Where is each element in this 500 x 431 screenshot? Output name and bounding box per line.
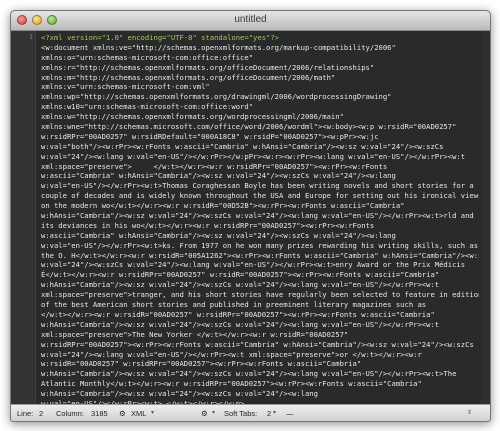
symbol-chevron-icon[interactable]: ⇕ xyxy=(467,409,472,416)
code-line[interactable]: w:hAnsi="Cambria"/><w:sz w:val="24"/><w:… xyxy=(41,211,479,221)
code-line[interactable]: w:val="en-US"/></w:rPr><w:t>ks. From 197… xyxy=(41,241,479,251)
code-line[interactable]: w:ascii="Cambria" w:hAnsi="Cambria"/><w:… xyxy=(41,231,479,241)
code-text-area[interactable]: <?xml version="1.0" encoding="UTF-8" sta… xyxy=(41,33,479,409)
code-line[interactable]: w:hAnsi="Cambria"/><w:sz w:val="24"/><w:… xyxy=(41,389,479,399)
language-selector[interactable]: XML xyxy=(131,409,146,418)
code-line[interactable]: w:rsidRPr="00AD0257"><w:rPr><w:rFonts w:… xyxy=(41,340,479,350)
code-line[interactable]: xml:space="preserve"> </w:t></w:r><w:r w… xyxy=(41,162,479,172)
code-line[interactable]: w:rsidRPr="00AD0257" w:rsidRDefault="000… xyxy=(41,132,479,142)
status-bar: Line: 2 Column: 3185 ⚙ XML ▾ ⚙ ▾ Soft Ta… xyxy=(11,404,490,421)
soft-tabs-label[interactable]: Soft Tabs: xyxy=(224,409,257,418)
code-line[interactable]: its deviances in his wo</w:t></w:r><w:r … xyxy=(41,221,479,231)
code-line[interactable]: w:ascii="Cambria" w:hAnsi="Cambria"/><w:… xyxy=(41,171,479,181)
language-dropdown-chevron-icon[interactable]: ▾ xyxy=(151,409,154,416)
code-line[interactable]: xmlns:r="http://schemas.openxmlformats.o… xyxy=(41,63,479,73)
code-line[interactable]: xml:space="preserve">tranger, and his sh… xyxy=(41,290,479,300)
settings-chevron-icon[interactable]: ▾ xyxy=(212,409,215,416)
line-number: 1 xyxy=(29,33,33,41)
code-line[interactable]: <?xml version="1.0" encoding="UTF-8" sta… xyxy=(41,33,479,43)
code-line[interactable]: w:val="both"/><w:rPr><w:rFonts w:ascii="… xyxy=(41,142,479,152)
code-line[interactable]: w:val="24"/><w:lang w:val="en-US"/></w:r… xyxy=(41,350,479,360)
code-line[interactable]: w:rsidR="00AD0257" w:rsidRPr="00AD0257">… xyxy=(41,359,479,369)
code-line[interactable]: xml:space="preserve">The New Yorker </w:… xyxy=(41,330,479,340)
symbol-selector[interactable]: — xyxy=(286,409,294,418)
column-value: 3185 xyxy=(91,409,108,418)
code-line[interactable]: the O. H</w:t></w:r><w:r w:rsidR="005A12… xyxy=(41,251,479,261)
editor-window: untitled 1 <?xml version="1.0" encoding=… xyxy=(10,10,491,422)
code-line[interactable]: w:val="24"/><w:szCs w:val="24"/><w:lang … xyxy=(41,260,479,270)
code-line[interactable]: Atlantic Monthly</w:t></w:r><w:r w:rsidR… xyxy=(41,379,479,389)
code-line[interactable]: xmlns:o="urn:schemas-microsoft-com:offic… xyxy=(41,53,479,63)
code-line[interactable]: xmlns:v="urn:schemas-microsoft-com:vml" xyxy=(41,82,479,92)
column-label: Column: xyxy=(56,409,84,418)
code-line[interactable]: w:hAnsi="Cambria"/><w:sz w:val="24"/><w:… xyxy=(41,320,479,330)
code-line[interactable]: <w:document xmlns:ve="http://schemas.ope… xyxy=(41,43,479,53)
language-gear-icon[interactable]: ⚙ xyxy=(119,409,126,418)
code-line[interactable]: on the modern wo</w:t></w:r><w:r w:rsidR… xyxy=(41,201,479,211)
code-line[interactable]: xmlns:wp="http://schemas.openxmlformats.… xyxy=(41,92,479,102)
line-value: 2 xyxy=(39,409,44,418)
code-editor[interactable]: 1 <?xml version="1.0" encoding="UTF-8" s… xyxy=(11,31,490,408)
code-line[interactable]: É</w:t></w:r><w:r w:rsidRPr="00AD0257" w… xyxy=(41,270,479,280)
settings-gear-icon[interactable]: ⚙ xyxy=(201,409,208,418)
soft-tabs-value[interactable]: 2 xyxy=(267,409,271,418)
code-line[interactable]: xmlns:w10="urn:schemas-microsoft-com:off… xyxy=(41,102,479,112)
code-line[interactable]: w:val="24"/><w:lang w:val="en-US"/></w:r… xyxy=(41,152,479,162)
title-bar[interactable]: untitled xyxy=(11,11,490,31)
code-line[interactable]: of the best American short stories and p… xyxy=(41,300,479,310)
soft-tabs-chevron-icon[interactable]: ▾ xyxy=(273,409,276,416)
code-line[interactable]: w:hAnsi="Cambria"/><w:sz w:val="24"/><w:… xyxy=(41,369,479,379)
line-number-gutter[interactable]: 1 xyxy=(11,31,36,404)
code-line[interactable]: w:hAnsi="Cambria"/><w:sz w:val="24"/><w:… xyxy=(41,280,479,290)
code-line[interactable]: couple of decades and is widely known th… xyxy=(41,191,479,201)
code-line[interactable]: xmlns:wne="http://schemas.microsoft.com/… xyxy=(41,122,479,132)
window-title: untitled xyxy=(234,14,267,25)
code-line[interactable]: w:val="en-US"/></w:rPr><w:t>Thomas Corag… xyxy=(41,181,479,191)
line-label: Line: xyxy=(17,409,34,418)
code-line[interactable]: </w:t></w:r><w:r w:rsidR="00AD0257" w:rs… xyxy=(41,310,479,320)
code-line[interactable]: xmlns:w="http://schemas.openxmlformats.o… xyxy=(41,112,479,122)
vertical-scrollbar[interactable] xyxy=(481,31,490,404)
code-line[interactable]: xmlns:m="http://schemas.openxmlformats.o… xyxy=(41,73,479,83)
